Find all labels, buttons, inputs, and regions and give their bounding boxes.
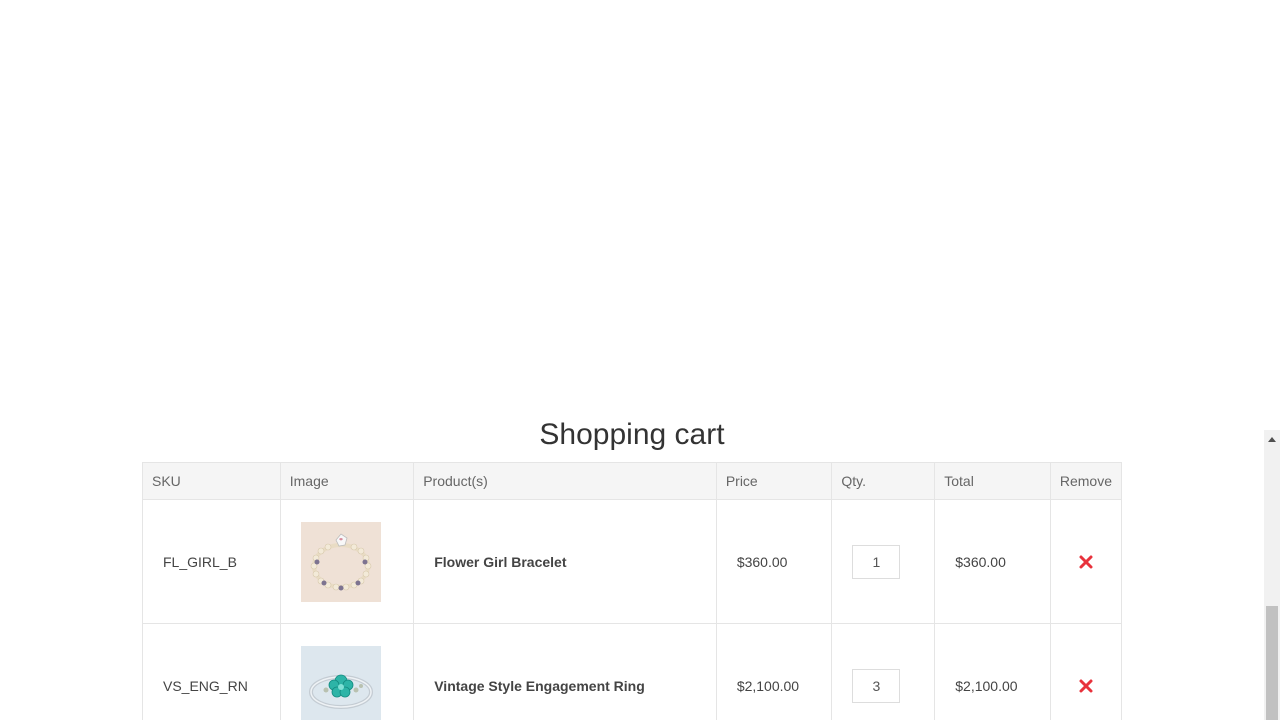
item-sku: FL_GIRL_B	[142, 499, 281, 624]
header-sku: SKU	[142, 462, 281, 500]
page-content: Shopping cart SKU Image Product(s) Price…	[0, 0, 1264, 720]
cart-header-row: SKU Image Product(s) Price Qty. Total Re…	[142, 462, 1123, 500]
item-image-cell	[279, 499, 415, 624]
cart-row: VS_ENG_RN Vintage Style Engagement Ring …	[142, 623, 1123, 720]
remove-icon[interactable]	[1078, 554, 1094, 570]
item-qty-cell	[831, 623, 936, 720]
blank-header-area	[0, 0, 1264, 422]
cart-row: FL_GIRL_B Flower Girl Bracelet $360.00 1…	[142, 499, 1123, 624]
quantity-input[interactable]	[852, 668, 901, 703]
bracelet-product-image[interactable]	[300, 521, 381, 602]
vertical-scrollbar[interactable]	[1264, 430, 1280, 720]
cart-table: SKU Image Product(s) Price Qty. Total Re…	[142, 462, 1123, 720]
item-qty-cell	[831, 499, 936, 624]
header-product: Product(s)	[413, 462, 717, 500]
quantity-input[interactable]	[852, 544, 901, 579]
item-image-cell	[279, 623, 415, 720]
header-remove: Remove	[1049, 462, 1123, 500]
item-name[interactable]: Flower Girl Bracelet	[413, 499, 717, 624]
scroll-up-arrow-icon[interactable]	[1264, 430, 1280, 447]
item-price: $2,100.00	[715, 623, 833, 720]
header-image: Image	[279, 462, 415, 500]
header-total: Total	[934, 462, 1051, 500]
header-price: Price	[715, 462, 833, 500]
item-total: $360.00	[934, 499, 1051, 624]
item-remove-cell	[1049, 623, 1123, 720]
item-price: $360.00	[715, 499, 833, 624]
ring-product-image[interactable]	[300, 645, 381, 720]
item-total: $2,100.00	[934, 623, 1051, 720]
item-name[interactable]: Vintage Style Engagement Ring	[413, 623, 717, 720]
item-remove-cell	[1049, 499, 1123, 624]
item-sku: VS_ENG_RN	[142, 623, 281, 720]
remove-icon[interactable]	[1078, 678, 1094, 694]
scrollbar-thumb[interactable]	[1266, 606, 1278, 720]
header-qty: Qty.	[831, 462, 936, 500]
